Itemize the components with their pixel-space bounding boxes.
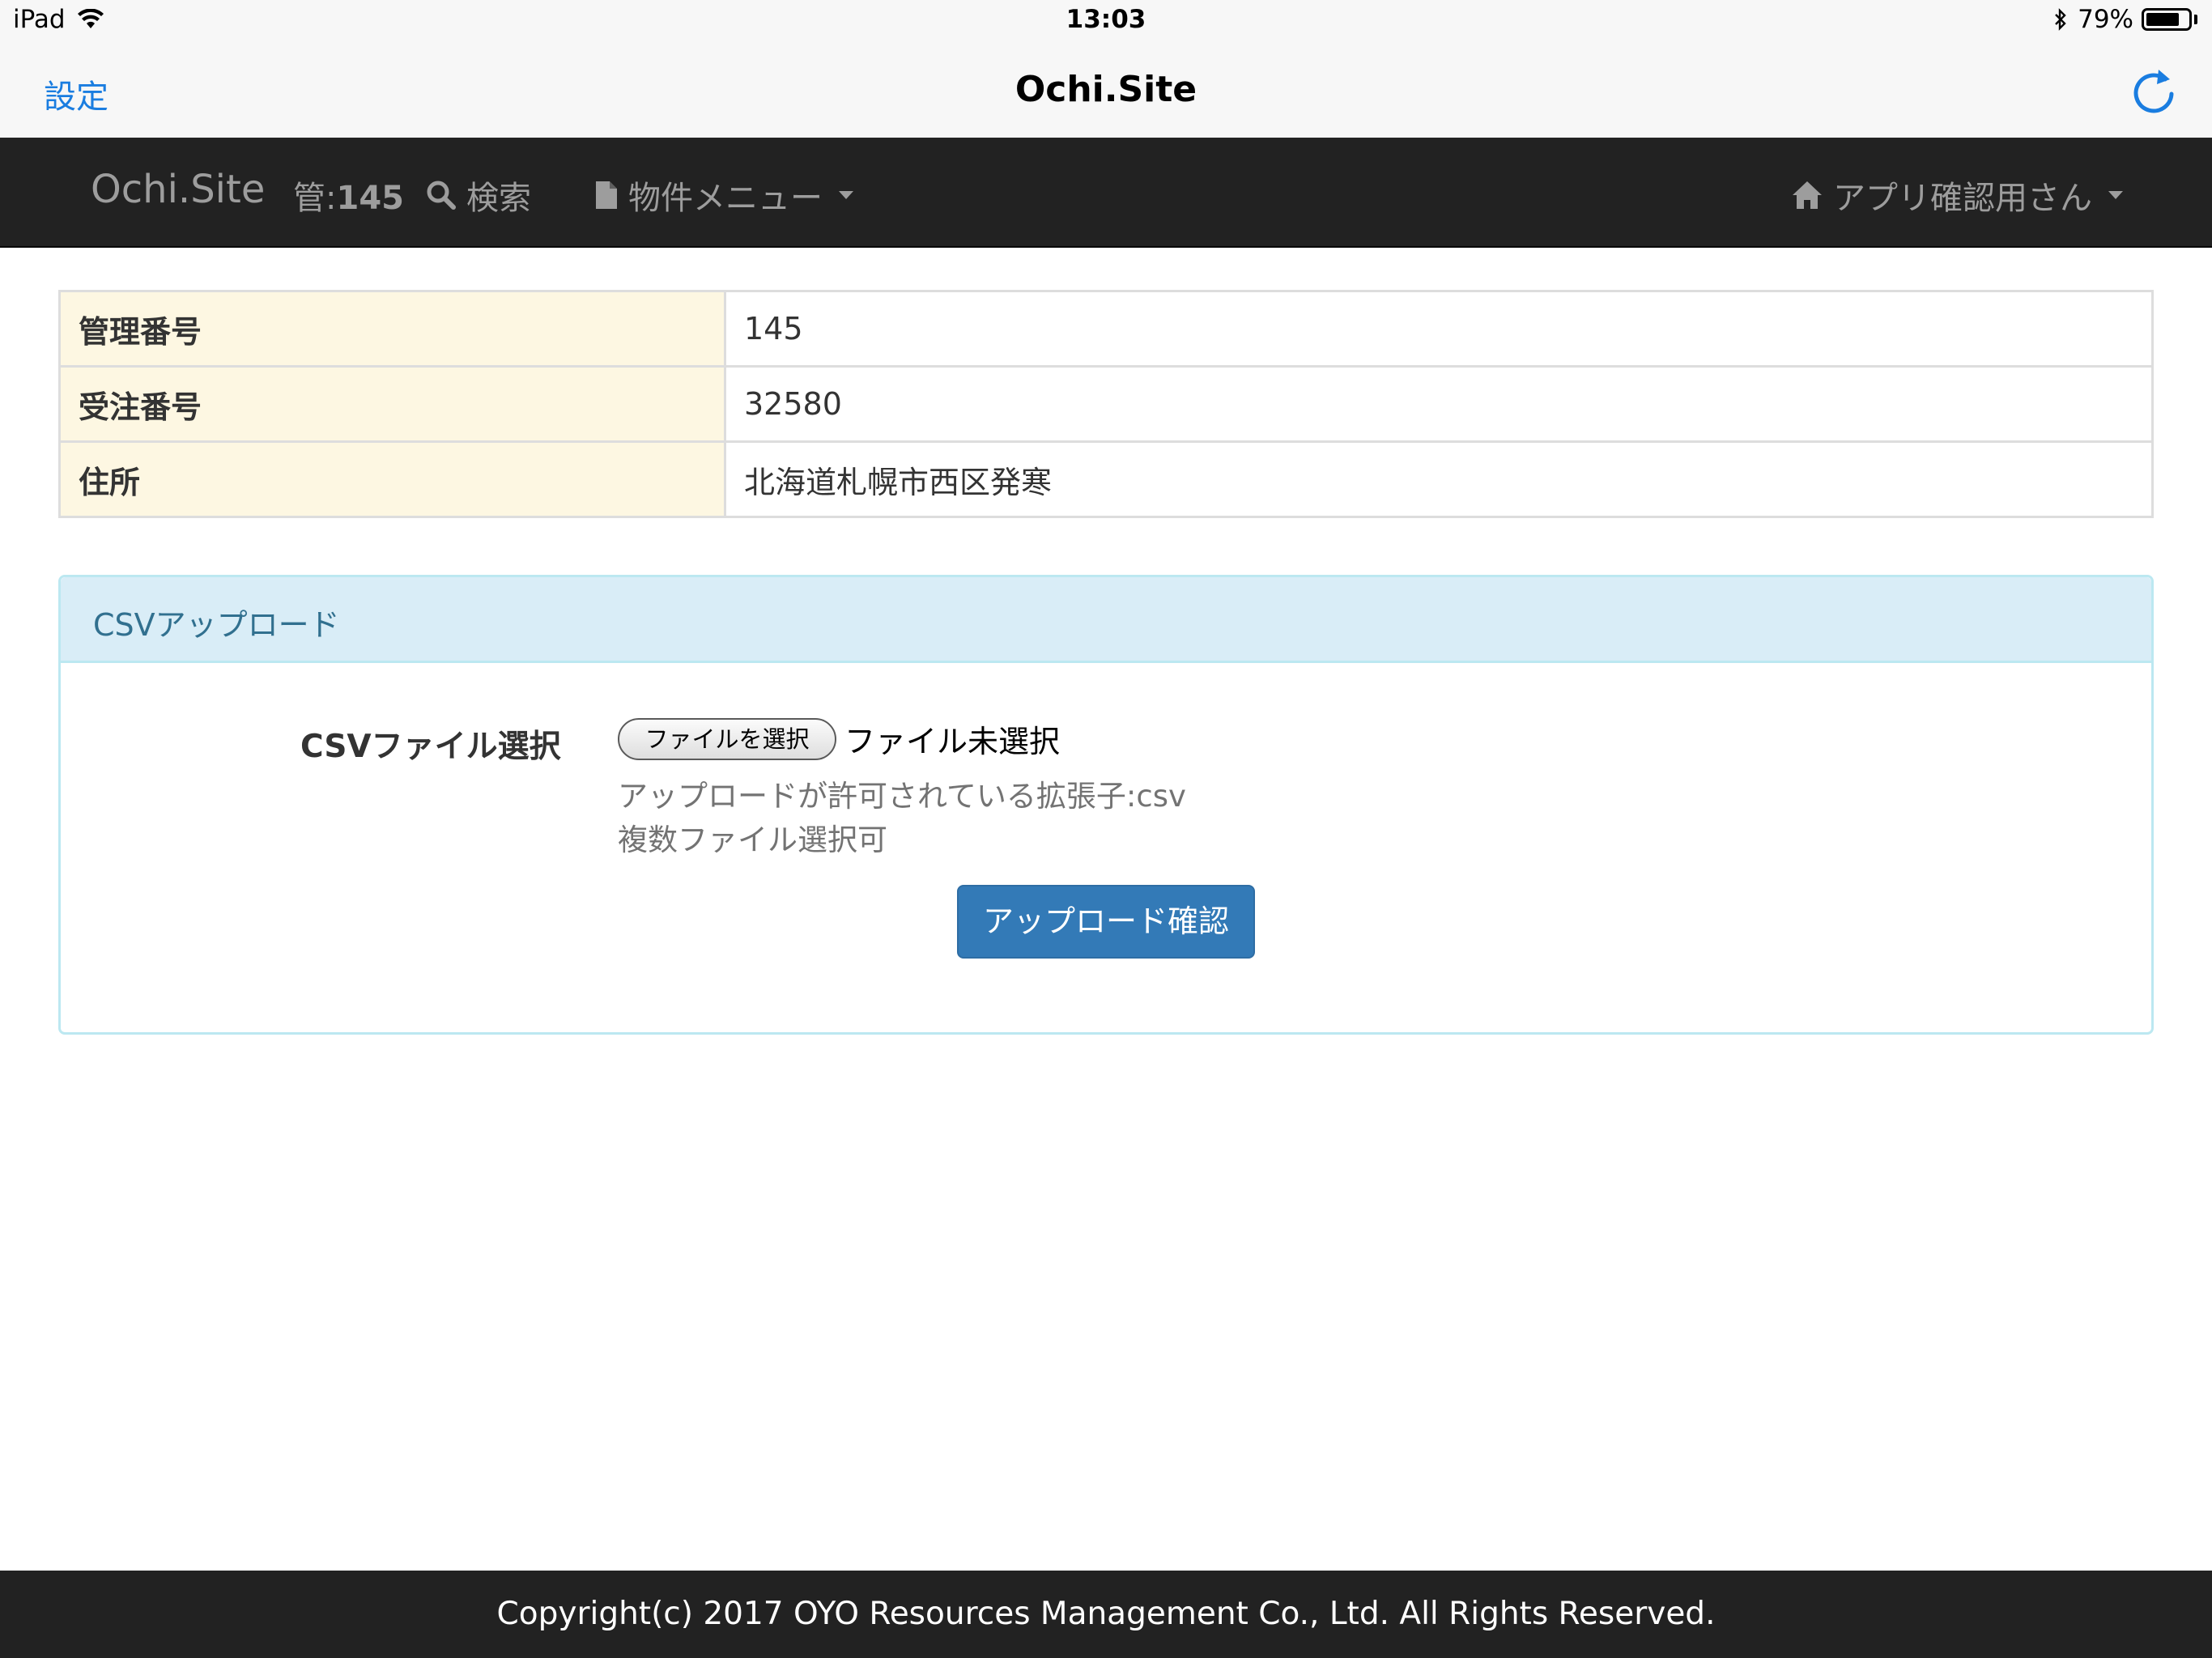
file-status-text: ファイル未選択 [844, 724, 1061, 759]
upload-confirm-button[interactable]: アップロード確認 [957, 885, 1255, 959]
row-label: 住所 [58, 440, 726, 518]
status-bar: iPad 13:03 79% [0, 0, 2212, 44]
property-menu-dropdown[interactable]: 物件メニュー [594, 172, 853, 219]
refresh-icon[interactable] [2128, 65, 2180, 117]
csv-upload-panel: CSVアップロード CSVファイル選択 ファイルを選択 ファイル未選択 アップロ… [58, 575, 2154, 1035]
footer: Copyright(c) 2017 OYO Resources Manageme… [0, 1571, 2212, 1658]
property-info-table: 管理番号 145 受注番号 32580 住所 北海道札幌市西区発寒 [58, 290, 2154, 518]
allowed-extensions-help: アップロードが許可されている拡張子:csv [618, 779, 1186, 814]
row-label: 管理番号 [58, 290, 726, 368]
property-menu-label: 物件メニュー [628, 180, 823, 217]
home-icon [1793, 181, 1822, 209]
choose-file-button[interactable]: ファイルを選択 [618, 718, 836, 760]
search-link[interactable]: 検索 [426, 172, 531, 219]
battery-percent: 79% [2078, 5, 2133, 34]
status-right: 79% [2053, 5, 2197, 34]
panel-heading: CSVアップロード [61, 577, 2151, 663]
row-value: 北海道札幌市西区発寒 [724, 440, 2154, 518]
status-time: 13:03 [1066, 5, 1146, 34]
file-icon [596, 181, 617, 209]
nav-title: Ochi.Site [1015, 69, 1197, 110]
kanri-number: 145 [336, 180, 404, 217]
ios-nav-bar: 設定 Ochi.Site [0, 44, 2212, 138]
row-value: 32580 [724, 365, 2154, 443]
kanri-prefix: 管: [293, 180, 337, 217]
battery-tip [2194, 15, 2197, 24]
table-row: 住所 北海道札幌市西区発寒 [58, 440, 2154, 518]
row-label: 受注番号 [58, 365, 726, 443]
multiple-files-help: 複数ファイル選択可 [618, 823, 887, 857]
chevron-down-icon [2108, 191, 2123, 199]
kanri-number-link[interactable]: 管:145 [293, 172, 404, 219]
row-value: 145 [724, 290, 2154, 368]
search-icon [427, 181, 456, 210]
bluetooth-icon [2055, 8, 2066, 31]
site-navbar: Ochi.Site 管:145 検索 物件メニュー アプリ確認用さん [0, 138, 2212, 248]
table-row: 受注番号 32580 [58, 365, 2154, 443]
user-label: アプリ確認用さん [1833, 180, 2092, 217]
copyright-text: Copyright(c) 2017 OYO Resources Manageme… [496, 1596, 1716, 1632]
table-row: 管理番号 145 [58, 290, 2154, 368]
csv-file-label: CSVファイル選択 [300, 729, 561, 765]
chevron-down-icon [839, 191, 853, 199]
battery-fill [2146, 13, 2179, 26]
search-label: 検索 [466, 180, 531, 217]
battery-icon [2142, 8, 2192, 31]
user-menu-dropdown[interactable]: アプリ確認用さん [1791, 172, 2123, 219]
brand-link[interactable]: Ochi.Site [91, 167, 265, 212]
